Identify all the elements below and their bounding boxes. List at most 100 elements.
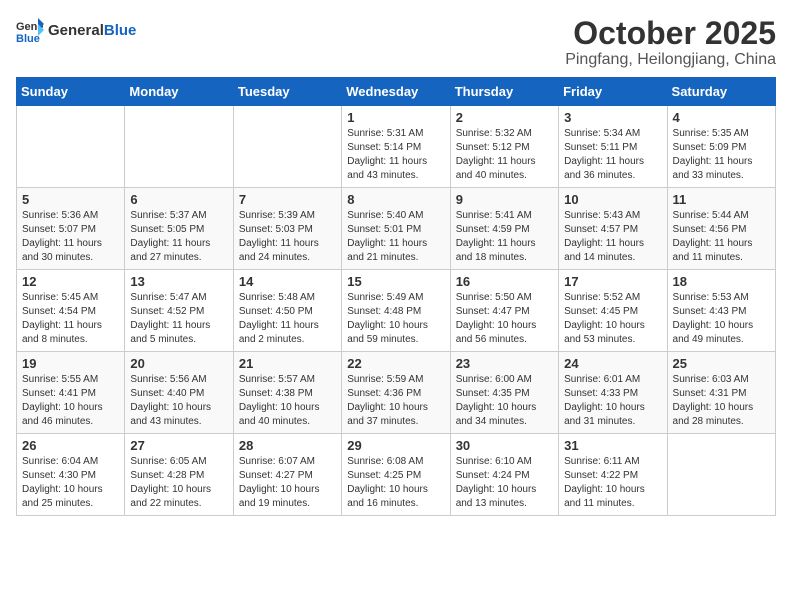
day-cell: 8 Sunrise: 5:40 AMSunset: 5:01 PMDaylight… <box>342 188 450 270</box>
day-info: Sunrise: 5:44 AMSunset: 4:56 PMDaylight:… <box>673 209 770 265</box>
day-info: Sunrise: 5:52 AMSunset: 4:45 PMDaylight:… <box>564 291 661 347</box>
day-cell: 31 Sunrise: 6:11 AMSunset: 4:22 PMDayligh… <box>559 434 667 516</box>
day-info: Sunrise: 5:32 AMSunset: 5:12 PMDaylight:… <box>456 127 553 183</box>
day-cell: 2 Sunrise: 5:32 AMSunset: 5:12 PMDaylight… <box>450 106 558 188</box>
day-cell: 5 Sunrise: 5:36 AMSunset: 5:07 PMDaylight… <box>17 188 125 270</box>
day-number: 2 <box>456 110 553 125</box>
day-info: Sunrise: 6:10 AMSunset: 4:24 PMDaylight:… <box>456 455 553 511</box>
day-info: Sunrise: 6:05 AMSunset: 4:28 PMDaylight:… <box>130 455 227 511</box>
day-info: Sunrise: 6:03 AMSunset: 4:31 PMDaylight:… <box>673 373 770 429</box>
weekday-header-tuesday: Tuesday <box>233 78 341 106</box>
day-number: 22 <box>347 356 444 371</box>
week-row-5: 26 Sunrise: 6:04 AMSunset: 4:30 PMDayligh… <box>17 434 776 516</box>
day-cell: 28 Sunrise: 6:07 AMSunset: 4:27 PMDayligh… <box>233 434 341 516</box>
day-cell: 25 Sunrise: 6:03 AMSunset: 4:31 PMDayligh… <box>667 352 775 434</box>
day-number: 21 <box>239 356 336 371</box>
day-cell: 6Sunrise: 5:37 AMSunset: 5:05 PMDaylight… <box>125 188 233 270</box>
day-number: 19 <box>22 356 119 371</box>
day-number: 3 <box>564 110 661 125</box>
day-cell: 18Sunrise: 5:53 AMSunset: 4:43 PMDayligh… <box>667 270 775 352</box>
day-number: 25 <box>673 356 770 371</box>
day-number: 7 <box>239 192 336 207</box>
svg-text:Blue: Blue <box>16 33 40 44</box>
week-row-4: 19 Sunrise: 5:55 AMSunset: 4:41 PMDayligh… <box>17 352 776 434</box>
day-cell <box>667 434 775 516</box>
day-cell: 15Sunrise: 5:49 AMSunset: 4:48 PMDayligh… <box>342 270 450 352</box>
day-number: 20 <box>130 356 227 371</box>
week-row-2: 5 Sunrise: 5:36 AMSunset: 5:07 PMDaylight… <box>17 188 776 270</box>
day-info: Sunrise: 5:40 AMSunset: 5:01 PMDaylight:… <box>347 209 444 265</box>
day-number: 5 <box>22 192 119 207</box>
day-info: Sunrise: 5:43 AMSunset: 4:57 PMDaylight:… <box>564 209 661 265</box>
weekday-header-row: SundayMondayTuesdayWednesdayThursdayFrid… <box>17 78 776 106</box>
day-cell: 16 Sunrise: 5:50 AMSunset: 4:47 PMDayligh… <box>450 270 558 352</box>
day-number: 27 <box>130 438 227 453</box>
day-number: 26 <box>22 438 119 453</box>
day-number: 29 <box>347 438 444 453</box>
week-row-1: 1Sunrise: 5:31 AMSunset: 5:14 PMDaylight… <box>17 106 776 188</box>
logo-general: General <box>48 22 104 39</box>
logo: General Blue GeneralBlue <box>16 16 136 44</box>
day-cell: 7 Sunrise: 5:39 AMSunset: 5:03 PMDaylight… <box>233 188 341 270</box>
day-cell <box>125 106 233 188</box>
day-info: Sunrise: 5:59 AMSunset: 4:36 PMDaylight:… <box>347 373 444 429</box>
day-cell: 26 Sunrise: 6:04 AMSunset: 4:30 PMDayligh… <box>17 434 125 516</box>
day-number: 18 <box>673 274 770 289</box>
day-cell: 27 Sunrise: 6:05 AMSunset: 4:28 PMDayligh… <box>125 434 233 516</box>
day-info: Sunrise: 5:31 AMSunset: 5:14 PMDaylight:… <box>347 127 444 183</box>
day-info: Sunrise: 6:04 AMSunset: 4:30 PMDaylight:… <box>22 455 119 511</box>
day-info: Sunrise: 5:55 AMSunset: 4:41 PMDaylight:… <box>22 373 119 429</box>
day-info: Sunrise: 5:41 AMSunset: 4:59 PMDaylight:… <box>456 209 553 265</box>
weekday-header-monday: Monday <box>125 78 233 106</box>
weekday-header-saturday: Saturday <box>667 78 775 106</box>
day-info: Sunrise: 6:08 AMSunset: 4:25 PMDaylight:… <box>347 455 444 511</box>
day-number: 31 <box>564 438 661 453</box>
day-info: Sunrise: 5:49 AMSunset: 4:48 PMDaylight:… <box>347 291 444 347</box>
day-info: Sunrise: 6:00 AMSunset: 4:35 PMDaylight:… <box>456 373 553 429</box>
day-cell <box>17 106 125 188</box>
day-cell: 21 Sunrise: 5:57 AMSunset: 4:38 PMDayligh… <box>233 352 341 434</box>
day-info: Sunrise: 5:56 AMSunset: 4:40 PMDaylight:… <box>130 373 227 429</box>
location-title: Pingfang, Heilongjiang, China <box>565 51 776 69</box>
logo-icon: General Blue <box>16 16 44 44</box>
day-number: 12 <box>22 274 119 289</box>
weekday-header-thursday: Thursday <box>450 78 558 106</box>
day-cell: 10 Sunrise: 5:43 AMSunset: 4:57 PMDayligh… <box>559 188 667 270</box>
day-number: 9 <box>456 192 553 207</box>
logo-blue: Blue <box>104 22 137 39</box>
day-info: Sunrise: 5:39 AMSunset: 5:03 PMDaylight:… <box>239 209 336 265</box>
day-number: 17 <box>564 274 661 289</box>
weekday-header-friday: Friday <box>559 78 667 106</box>
day-info: Sunrise: 5:50 AMSunset: 4:47 PMDaylight:… <box>456 291 553 347</box>
week-row-3: 12 Sunrise: 5:45 AMSunset: 4:54 PMDayligh… <box>17 270 776 352</box>
day-info: Sunrise: 5:48 AMSunset: 4:50 PMDaylight:… <box>239 291 336 347</box>
day-number: 16 <box>456 274 553 289</box>
day-number: 30 <box>456 438 553 453</box>
day-cell: 13Sunrise: 5:47 AMSunset: 4:52 PMDayligh… <box>125 270 233 352</box>
day-number: 11 <box>673 192 770 207</box>
day-info: Sunrise: 5:47 AMSunset: 4:52 PMDaylight:… <box>130 291 227 347</box>
day-cell: 12 Sunrise: 5:45 AMSunset: 4:54 PMDayligh… <box>17 270 125 352</box>
month-title: October 2025 <box>565 16 776 51</box>
weekday-header-wednesday: Wednesday <box>342 78 450 106</box>
page-header: General Blue GeneralBlue October 2025 Pi… <box>16 16 776 69</box>
day-cell: 29 Sunrise: 6:08 AMSunset: 4:25 PMDayligh… <box>342 434 450 516</box>
day-cell: 23Sunrise: 6:00 AMSunset: 4:35 PMDayligh… <box>450 352 558 434</box>
day-info: Sunrise: 6:07 AMSunset: 4:27 PMDaylight:… <box>239 455 336 511</box>
day-cell: 30 Sunrise: 6:10 AMSunset: 4:24 PMDayligh… <box>450 434 558 516</box>
day-cell: 1Sunrise: 5:31 AMSunset: 5:14 PMDaylight… <box>342 106 450 188</box>
day-number: 4 <box>673 110 770 125</box>
day-cell: 20 Sunrise: 5:56 AMSunset: 4:40 PMDayligh… <box>125 352 233 434</box>
day-number: 8 <box>347 192 444 207</box>
day-info: Sunrise: 5:35 AMSunset: 5:09 PMDaylight:… <box>673 127 770 183</box>
day-info: Sunrise: 6:01 AMSunset: 4:33 PMDaylight:… <box>564 373 661 429</box>
day-info: Sunrise: 5:45 AMSunset: 4:54 PMDaylight:… <box>22 291 119 347</box>
day-info: Sunrise: 5:57 AMSunset: 4:38 PMDaylight:… <box>239 373 336 429</box>
day-cell: 3Sunrise: 5:34 AMSunset: 5:11 PMDaylight… <box>559 106 667 188</box>
day-info: Sunrise: 5:36 AMSunset: 5:07 PMDaylight:… <box>22 209 119 265</box>
day-number: 24 <box>564 356 661 371</box>
day-number: 28 <box>239 438 336 453</box>
day-number: 10 <box>564 192 661 207</box>
day-cell: 4 Sunrise: 5:35 AMSunset: 5:09 PMDaylight… <box>667 106 775 188</box>
day-info: Sunrise: 6:11 AMSunset: 4:22 PMDaylight:… <box>564 455 661 511</box>
